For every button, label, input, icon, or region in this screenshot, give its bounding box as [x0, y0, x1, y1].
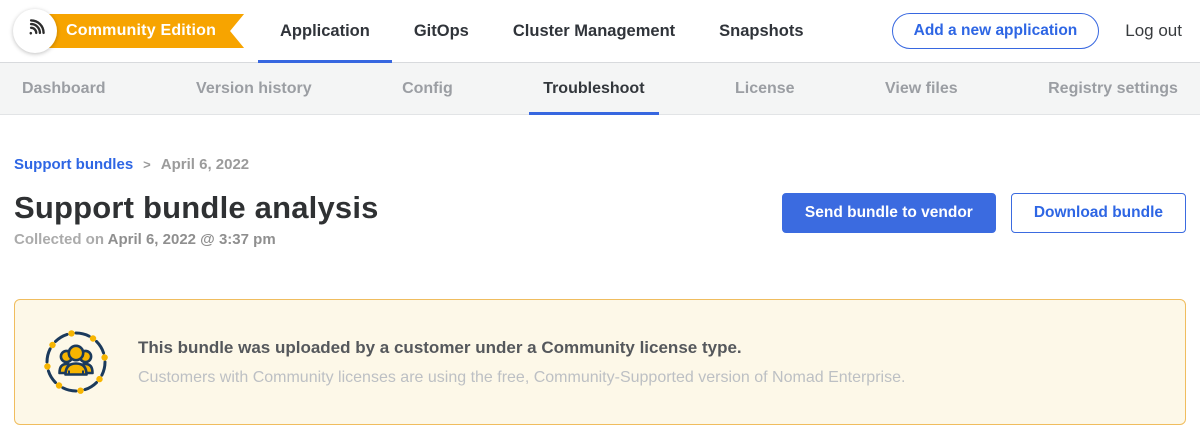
tab-cluster-management[interactable]: Cluster Management [491, 0, 697, 62]
subnav-dashboard[interactable]: Dashboard [8, 63, 120, 114]
collected-on-line: Collected on April 6, 2022 @ 3:37 pm [14, 231, 379, 248]
title-row: Support bundle analysis Collected on Apr… [14, 190, 1186, 248]
breadcrumb-separator: > [143, 157, 151, 172]
tab-application[interactable]: Application [258, 0, 392, 62]
collected-prefix: Collected on [14, 231, 108, 248]
send-bundle-to-vendor-button[interactable]: Send bundle to vendor [782, 193, 996, 233]
tab-gitops[interactable]: GitOps [392, 0, 491, 62]
breadcrumb-current-bundle: April 6, 2022 [161, 156, 249, 173]
subnav-config[interactable]: Config [388, 63, 467, 114]
tab-snapshots[interactable]: Snapshots [697, 0, 825, 62]
page-title: Support bundle analysis [14, 190, 379, 226]
logout-link[interactable]: Log out [1125, 21, 1182, 41]
alert-subtitle: Customers with Community licenses are us… [138, 369, 905, 387]
add-new-application-button[interactable]: Add a new application [892, 13, 1100, 49]
title-block: Support bundle analysis Collected on Apr… [14, 190, 379, 248]
primary-nav: Application GitOps Cluster Management Sn… [258, 0, 826, 62]
subnav-troubleshoot[interactable]: Troubleshoot [529, 63, 658, 114]
download-bundle-button[interactable]: Download bundle [1011, 193, 1186, 233]
header-right: Add a new application Log out [892, 0, 1200, 62]
community-edition-badge: Community Edition [34, 14, 244, 48]
breadcrumb: Support bundles > April 6, 2022 [14, 156, 1186, 173]
alert-text-block: This bundle was uploaded by a customer u… [138, 338, 905, 387]
subnav-registry-settings[interactable]: Registry settings [1034, 63, 1192, 114]
community-license-alert: This bundle was uploaded by a customer u… [14, 299, 1186, 425]
top-header: Community Edition Application GitOps Clu… [0, 0, 1200, 63]
subnav-view-files[interactable]: View files [871, 63, 972, 114]
brand-area: Community Edition [0, 0, 258, 62]
app-subnav: Dashboard Version history Config Trouble… [0, 63, 1200, 115]
community-people-icon [43, 329, 109, 395]
collected-date: April 6, 2022 @ 3:37 pm [108, 231, 276, 248]
main-content: Support bundles > April 6, 2022 Support … [0, 156, 1200, 425]
breadcrumb-support-bundles[interactable]: Support bundles [14, 156, 133, 173]
alert-title: This bundle was uploaded by a customer u… [138, 338, 905, 358]
replicated-logo-icon [22, 15, 49, 47]
subnav-license[interactable]: License [721, 63, 809, 114]
bundle-actions: Send bundle to vendor Download bundle [782, 193, 1186, 233]
subnav-version-history[interactable]: Version history [182, 63, 326, 114]
app-logo[interactable] [13, 9, 57, 53]
